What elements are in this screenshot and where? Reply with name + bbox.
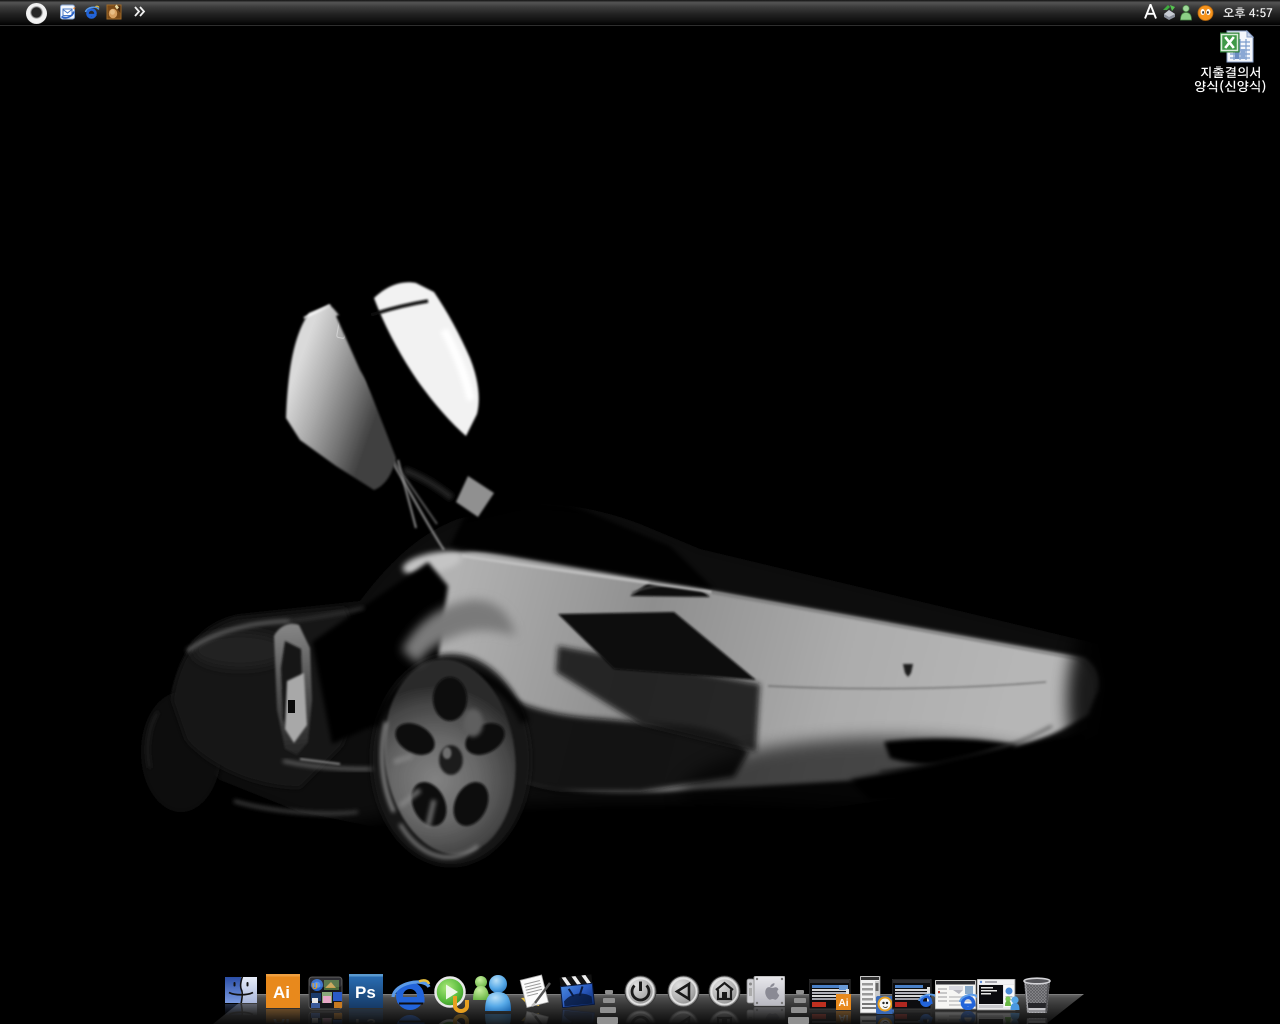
svg-text:Ai: Ai <box>839 998 849 1009</box>
svg-text:Ai: Ai <box>273 983 290 1002</box>
svg-text:Ps: Ps <box>355 983 376 1002</box>
